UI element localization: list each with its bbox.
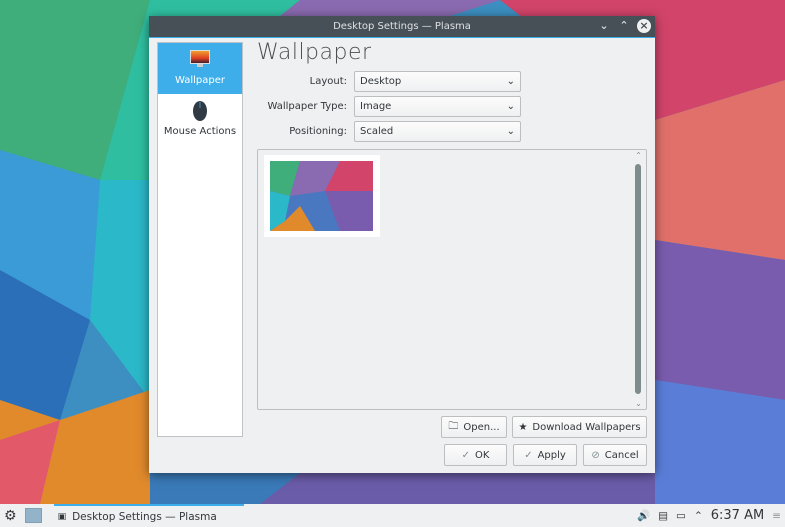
maximize-button[interactable]: ⌃ bbox=[617, 19, 631, 33]
sidebar-item-label: Wallpaper bbox=[174, 75, 226, 86]
mouse-icon bbox=[193, 101, 207, 121]
chevron-down-icon: ⌄ bbox=[506, 101, 515, 112]
folder-icon: 🗀 bbox=[448, 420, 459, 432]
wallpaper-type-label: Wallpaper Type: bbox=[267, 101, 347, 112]
expand-tray-icon[interactable]: ⌃ bbox=[694, 510, 703, 522]
scrollbar-thumb[interactable] bbox=[635, 164, 641, 394]
ok-label: OK bbox=[474, 449, 490, 461]
cancel-icon: ⊘ bbox=[591, 449, 600, 461]
cancel-label: Cancel bbox=[604, 449, 639, 461]
application-launcher-icon[interactable]: ⚙ bbox=[4, 508, 17, 524]
wallpaper-type-row: Wallpaper Type: Image ⌄ bbox=[257, 96, 527, 117]
battery-icon[interactable]: ▤ bbox=[658, 510, 668, 522]
sidebar-item-label: Mouse Actions bbox=[163, 126, 237, 137]
positioning-label: Positioning: bbox=[289, 126, 347, 137]
page-title: Wallpaper bbox=[257, 40, 372, 65]
download-wallpapers-button[interactable]: ★ Download Wallpapers bbox=[512, 416, 647, 438]
wallpaper-type-value: Image bbox=[360, 101, 392, 112]
positioning-combo[interactable]: Scaled ⌄ bbox=[354, 121, 521, 142]
sidebar-item-mouse-actions[interactable]: Mouse Actions bbox=[158, 94, 242, 145]
apply-button[interactable]: ✓ Apply bbox=[513, 444, 577, 466]
ok-button[interactable]: ✓ OK bbox=[444, 444, 507, 466]
wallpaper-type-combo[interactable]: Image ⌄ bbox=[354, 96, 521, 117]
scroll-up-icon[interactable]: ⌃ bbox=[634, 151, 643, 160]
sidebar-item-wallpaper[interactable]: Wallpaper bbox=[158, 43, 242, 94]
wallpaper-list: ⌃ ⌄ bbox=[257, 149, 647, 410]
monitor-icon bbox=[190, 50, 210, 67]
open-button[interactable]: 🗀 Open... bbox=[441, 416, 507, 438]
taskbar: ⚙ ▣ Desktop Settings — Plasma 🔊 ▤ ▭ ⌃ 6:… bbox=[0, 504, 785, 527]
clock[interactable]: 6:37 AM bbox=[711, 508, 764, 523]
task-desktop-settings[interactable]: ▣ Desktop Settings — Plasma bbox=[53, 504, 244, 527]
positioning-value: Scaled bbox=[360, 126, 394, 137]
star-icon: ★ bbox=[518, 421, 528, 433]
download-label: Download Wallpapers bbox=[532, 421, 641, 433]
open-label: Open... bbox=[463, 421, 500, 433]
window-title: Desktop Settings — Plasma bbox=[333, 21, 471, 32]
wallpaper-thumbnail-image bbox=[270, 161, 373, 231]
minimize-button[interactable]: ⌄ bbox=[597, 19, 611, 33]
layout-value: Desktop bbox=[360, 76, 402, 87]
apply-label: Apply bbox=[537, 449, 566, 461]
layout-row: Layout: Desktop ⌄ bbox=[257, 71, 527, 92]
check-icon: ✓ bbox=[524, 449, 533, 461]
volume-icon[interactable]: 🔊 bbox=[637, 509, 650, 522]
chevron-down-icon: ⌄ bbox=[506, 126, 515, 137]
layout-label: Layout: bbox=[309, 76, 347, 87]
sidebar: Wallpaper Mouse Actions bbox=[157, 42, 243, 437]
check-icon: ✓ bbox=[461, 449, 470, 461]
chevron-down-icon: ⌄ bbox=[506, 76, 515, 87]
network-icon[interactable]: ▭ bbox=[676, 510, 686, 522]
close-button[interactable]: × bbox=[637, 19, 651, 33]
pager-desktop[interactable] bbox=[24, 508, 42, 523]
scrollbar[interactable]: ⌃ ⌄ bbox=[634, 151, 643, 408]
task-label: Desktop Settings — Plasma bbox=[72, 510, 217, 523]
positioning-row: Positioning: Scaled ⌄ bbox=[257, 121, 527, 142]
desktop-settings-window: Desktop Settings — Plasma ⌄ ⌃ × Wallpape… bbox=[149, 16, 655, 473]
wallpaper-thumbnail[interactable] bbox=[264, 155, 380, 237]
scroll-down-icon[interactable]: ⌄ bbox=[634, 399, 643, 408]
window-icon: ▣ bbox=[57, 511, 67, 522]
titlebar[interactable]: Desktop Settings — Plasma ⌄ ⌃ × bbox=[149, 16, 655, 38]
cancel-button[interactable]: ⊘ Cancel bbox=[583, 444, 647, 466]
layout-combo[interactable]: Desktop ⌄ bbox=[354, 71, 521, 92]
panel-menu-icon[interactable]: ≡ bbox=[772, 510, 781, 522]
